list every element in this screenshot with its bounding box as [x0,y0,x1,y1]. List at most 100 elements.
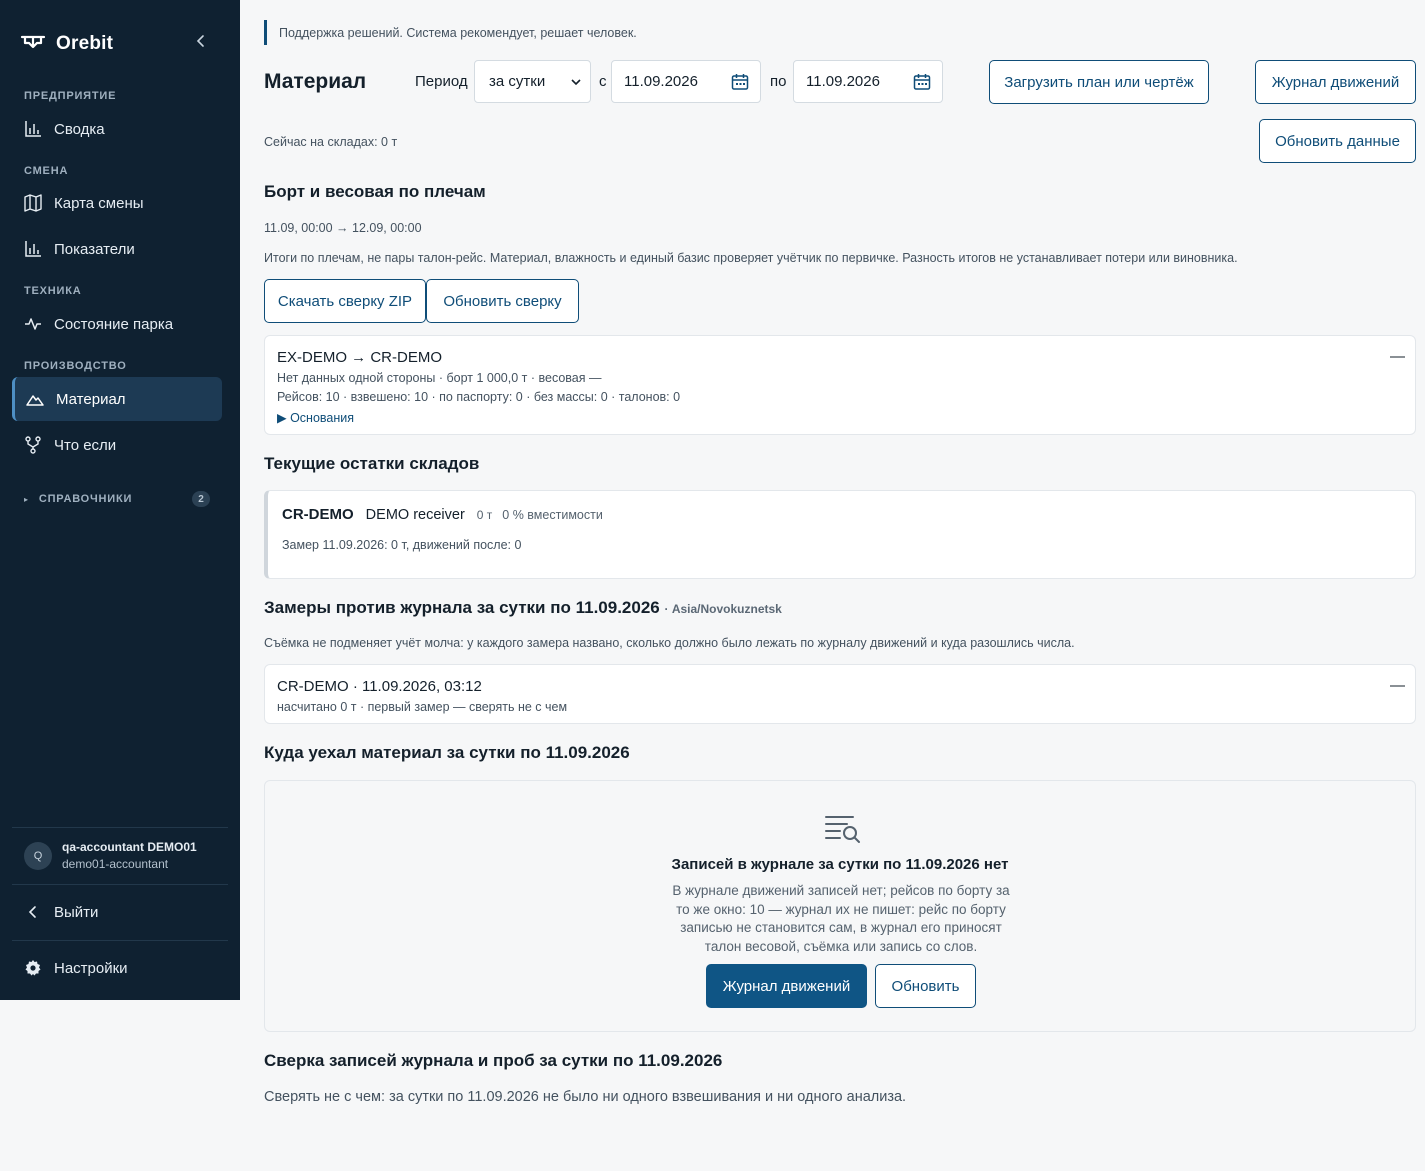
sidebar-item-indicators[interactable]: Показатели [12,227,222,271]
main-content: Поддержка решений. Система рекомендует, … [240,0,1425,1171]
leg-title: EX-DEMO → CR-DEMO [277,349,442,366]
chevron-down-icon [571,79,581,86]
sidebar-item-material[interactable]: Материал [12,377,222,421]
sidebar-item-fleet[interactable]: Состояние парка [12,302,222,346]
calendar-icon[interactable] [913,73,931,91]
list-search-icon [825,816,860,843]
upload-plan-button[interactable]: Загрузить план или чертёж [989,60,1209,104]
chevron-left-icon [28,906,36,918]
period-label: Период [415,73,468,90]
decision-support-notice: Поддержка решений. Система рекомендует, … [264,20,637,45]
from-date-input[interactable]: 11.09.2026 [611,60,761,103]
samples-text: Сверять не с чем: за сутки по 11.09.2026… [264,1089,907,1105]
warehouse-name: DEMO receiver [365,507,465,523]
leg-card: EX-DEMO → CR-DEMO — Нет данных одной сто… [264,335,1416,435]
page-title: Материал [264,70,367,93]
empty-state-title: Записей в журнале за сутки по 11.09.2026… [671,856,1009,873]
logout-label: Выйти [54,903,99,921]
samples-title: Сверка записей журнала и проб за сутки п… [264,1051,723,1070]
stocks-title: Текущие остатки складов [264,454,480,473]
warehouse-capacity: 0 % вместимости [502,508,603,522]
empty-refresh-button[interactable]: Обновить [875,964,976,1008]
measurements-title: Замеры против журнала за сутки по 11.09.… [264,598,782,618]
refresh-data-button[interactable]: Обновить данные [1259,119,1416,163]
triangle-right-icon: ▸ [24,494,29,504]
logo-icon [20,32,46,55]
sidebar-item-label: Сводка [54,120,105,138]
measurements-title-text: Замеры против журнала за сутки по 11.09.… [264,598,660,617]
activity-icon [25,318,41,330]
brand-name: Orebit [56,32,114,54]
sidebar-item-label: Показатели [54,240,135,258]
sidebar-item-label: Что если [54,436,117,454]
calendar-icon[interactable] [731,73,749,91]
warehouse-qty: 0 т [476,508,493,522]
sidebar-item-shift-map[interactable]: Карта смены [12,181,222,225]
divider [12,884,228,885]
warehouse-card: CR-DEMO DEMO receiver 0 т 0 % вместимост… [264,490,1416,579]
divider [12,940,228,941]
count-badge: 2 [192,491,210,507]
empty-journal-button[interactable]: Журнал движений [706,964,867,1008]
avatar: Q [24,841,52,870]
settings-label: Настройки [54,959,128,977]
nav-section-equipment: ТЕХНИКА [24,285,82,297]
period-select-value: за сутки [489,73,546,90]
to-date-input[interactable]: 11.09.2026 [793,60,943,103]
flows-empty-state: Записей в журнале за сутки по 11.09.2026… [264,780,1416,1032]
measurement-collapse-toggle[interactable]: — [1390,677,1405,694]
bar-chart-icon [25,121,41,137]
leg-summary-line: Нет данных одной стороны · борт 1 000,0 … [277,371,602,385]
measurement-card: CR-DEMO · 11.09.2026, 03:12 — насчитано … [264,664,1416,724]
period-select[interactable]: за сутки [474,60,591,103]
leg-counts-line: Рейсов: 10 · взвешено: 10 · по паспорту:… [277,390,681,404]
warehouse-header: CR-DEMO DEMO receiver 0 т 0 % вместимост… [282,506,603,523]
timezone-label: · Asia/Novokuznetsk [664,602,782,616]
sidebar-group-label: СПРАВОЧНИКИ [38,493,133,505]
bar-chart-icon [25,241,41,257]
divider [12,827,228,828]
movement-journal-button[interactable]: Журнал движений [1255,60,1416,104]
collapse-sidebar-button[interactable] [190,30,212,52]
leg-basis-toggle[interactable]: ▶ Основания [277,410,354,425]
nav-section-production: ПРОИЗВОДСТВО [24,360,127,372]
sidebar-item-label: Карта смены [54,194,144,212]
sidebar-item-what-if[interactable]: Что если [12,423,222,467]
to-label: по [770,73,787,90]
reconciliation-description: Итоги по плечам, не пары талон-рейс. Мат… [264,251,1238,265]
measurements-description: Съёмка не подменяет учёт молча: у каждог… [264,636,1075,650]
stock-now-text: Сейчас на складах: 0 т [264,135,398,149]
brand[interactable]: Orebit [20,32,113,55]
branch-icon [25,436,41,454]
warehouse-code: CR-DEMO [282,506,354,523]
from-label: с [599,73,607,90]
user-name: qa-accountant DEMO01 [62,840,197,854]
mountain-icon [26,395,44,406]
map-icon [24,194,42,212]
to-date-value: 11.09.2026 [806,73,880,90]
download-reconciliation-zip-button[interactable]: Скачать сверку ZIP [264,279,426,323]
sidebar-item-label: Состояние парка [54,315,174,333]
reconciliation-title: Борт и весовая по плечам [264,182,486,201]
logout-button[interactable]: Выйти [12,890,222,934]
sidebar-item-label: Материал [56,390,126,408]
chevron-left-icon [196,35,204,47]
refresh-reconciliation-button[interactable]: Обновить сверку [426,279,579,323]
measurement-title: CR-DEMO · 11.09.2026, 03:12 [277,678,482,695]
sidebar-group-references[interactable]: ▸ СПРАВОЧНИКИ 2 [24,488,210,510]
sidebar-item-summary[interactable]: Сводка [12,107,222,151]
reconciliation-window: 11.09, 00:00 → 12.09, 00:00 [264,221,422,235]
sidebar: Orebit ПРЕДПРИЯТИЕ Сводка СМЕНА Карта см… [0,0,240,1000]
warehouse-measurement: Замер 11.09.2026: 0 т, движений после: 0 [282,538,522,552]
from-date-value: 11.09.2026 [624,73,698,90]
nav-section-enterprise: ПРЕДПРИЯТИЕ [24,90,117,102]
user-role: demo01-accountant [62,857,169,871]
measurement-line: насчитано 0 т · первый замер — сверять н… [277,700,568,714]
leg-collapse-toggle[interactable]: — [1390,348,1405,365]
empty-state-description: В журнале движений записей нет; рейсов п… [672,883,1010,954]
flows-title: Куда уехал материал за сутки по 11.09.20… [264,743,630,762]
settings-button[interactable]: Настройки [12,946,222,990]
user-profile[interactable]: Q qa-accountant DEMO01 demo01-accountant [24,840,197,871]
gear-icon [25,960,41,976]
nav-section-shift: СМЕНА [24,165,69,177]
